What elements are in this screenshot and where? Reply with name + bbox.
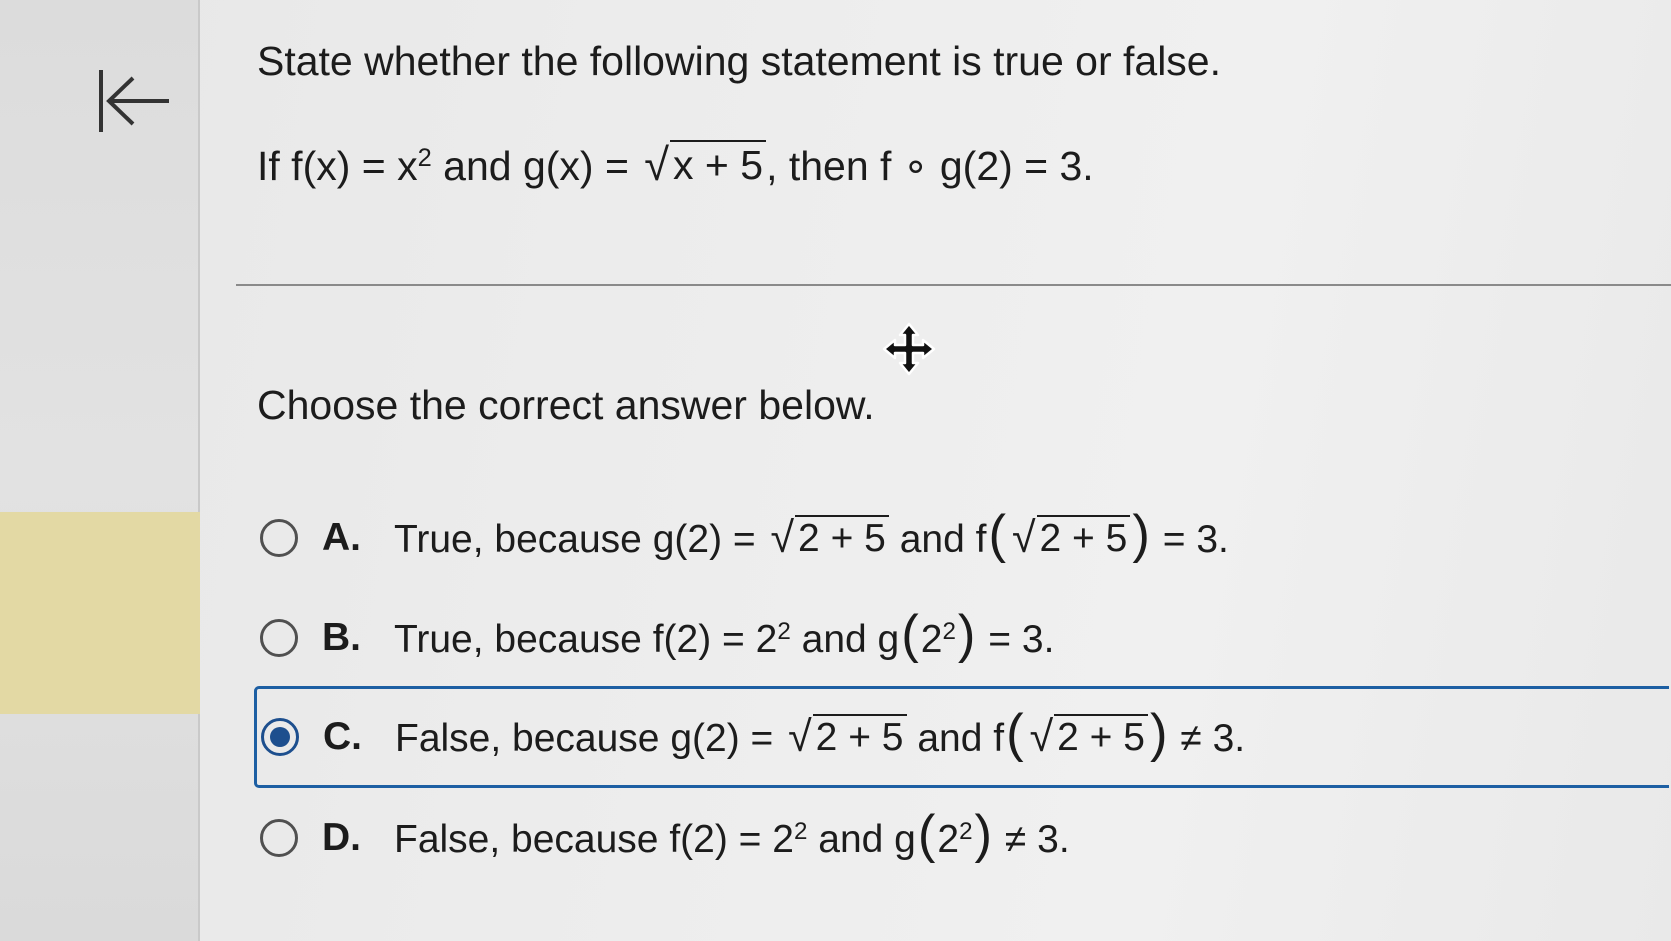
option-text: False, because f(2) = 22 and g(2 2) ≠ 3. [394,805,1070,864]
sqrt: √ x + 5 [644,140,767,187]
divider [236,284,1671,286]
question-title: State whether the following statement is… [257,38,1222,84]
answer-option-c[interactable]: C. False, because g(2) = √ 2 + 5 and f(√ 2… [254,686,1669,788]
option-text-mid: and g [790,618,900,661]
option-text-post: ≠ 3. [1169,717,1246,760]
radio-button[interactable] [260,819,298,857]
option-letter: B. [322,616,361,659]
option-text-mid: and g [807,818,916,861]
inner-base: 2 [937,818,960,861]
move-cursor-icon [882,322,936,376]
radicand: 2 + 5 [812,713,907,759]
statement-middle: and g(x) = [431,142,641,189]
sqrt: √ 2 + 5 [1012,514,1131,560]
answer-option-b[interactable]: B. True, because f(2) = 22 and g(2 2) = 3… [256,597,1671,679]
option-text: True, because f(2) = 22 and g(2 2) = 3. [394,605,1055,664]
answer-option-a[interactable]: A. True, because g(2) = √ 2 + 5 and f(√ 2 … [256,497,1671,579]
option-text: True, because g(2) = √ 2 + 5 and f(√ 2 + 5… [394,505,1229,564]
question-statement: If f(x) = x2 and g(x) = √ x + 5, then f ∘… [257,138,1094,190]
sidebar-highlight [0,512,200,714]
option-letter: D. [322,816,361,859]
radicand: 2 + 5 [795,514,889,560]
statement-suffix: , then f ∘ g(2) = 3. [766,142,1094,189]
option-text-pre: False, because f(2) = 2 [394,818,794,861]
option-letter: A. [322,516,361,559]
statement-prefix: If f(x) = x [257,142,418,189]
radio-button[interactable] [260,619,298,657]
option-letter: C. [323,715,362,758]
option-text-mid: and f [888,518,987,561]
radio-button[interactable] [260,519,298,557]
option-text-mid: and f [906,717,1005,760]
radicand: 2 + 5 [1036,514,1131,560]
option-text-pre: False, because g(2) = [395,717,785,760]
inner-base: 2 [920,618,943,661]
answer-prompt: Choose the correct answer below. [257,382,875,428]
option-text-post: ≠ 3. [994,818,1070,861]
statement-radicand: x + 5 [670,140,767,187]
option-text-post: = 3. [977,618,1055,661]
radicand: 2 + 5 [1054,713,1148,759]
option-text-pre: True, because f(2) = 2 [394,618,778,661]
sqrt: √ 2 + 5 [771,514,889,560]
answer-option-d[interactable]: D. False, because f(2) = 22 and g(2 2) ≠ … [256,797,1671,879]
first-page-arrow-icon[interactable] [95,62,175,142]
radio-button-checked[interactable] [261,718,299,756]
sidebar [0,0,200,941]
option-text-post: = 3. [1151,518,1229,561]
sqrt: √ 2 + 5 [1030,713,1148,759]
option-text-pre: True, because g(2) = [394,518,767,561]
sqrt: √ 2 + 5 [788,713,907,759]
option-text: False, because g(2) = √ 2 + 5 and f(√ 2 + … [395,704,1246,763]
